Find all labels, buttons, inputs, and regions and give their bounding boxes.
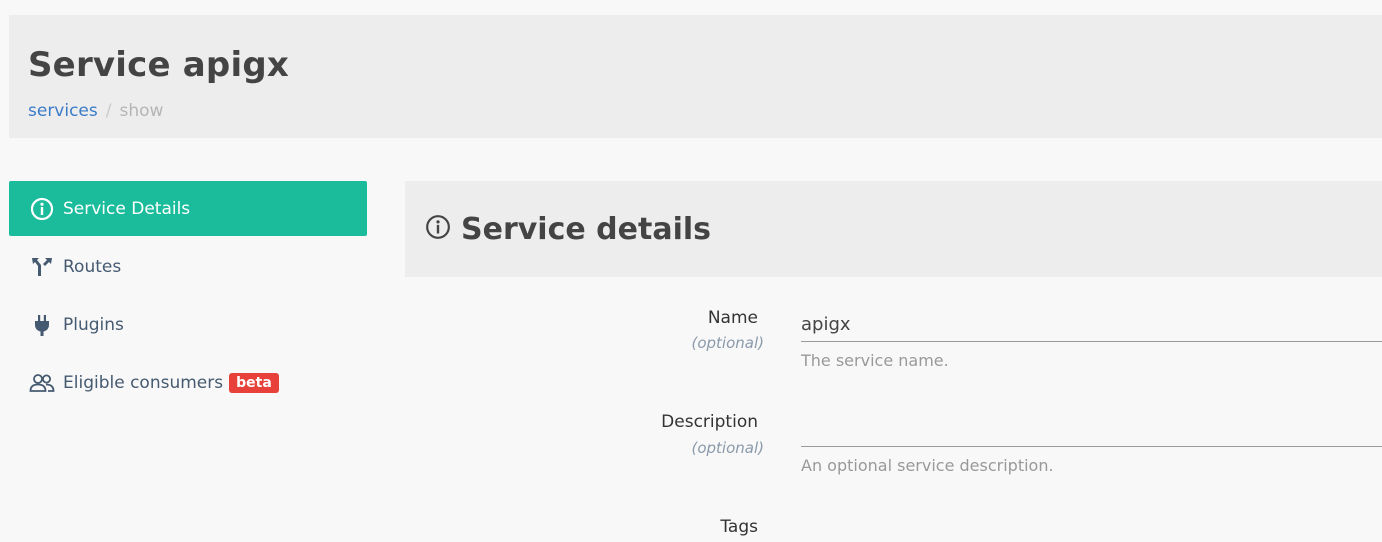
sidebar-item-service-details[interactable]: Service Details: [9, 181, 367, 236]
breadcrumb-services-link[interactable]: services: [28, 101, 98, 121]
description-label: Description: [661, 412, 758, 432]
name-optional-hint: (optional): [691, 334, 765, 352]
users-icon: [29, 370, 55, 396]
panel-title: Service details: [461, 211, 711, 247]
page-title: Service apigx: [28, 45, 289, 85]
panel-header: Service details: [405, 181, 1382, 277]
routes-icon: [29, 254, 55, 280]
name-help-text: The service name.: [801, 351, 949, 370]
sidebar-item-label: Eligible consumers: [63, 372, 224, 393]
info-circle-icon: [425, 214, 451, 244]
sidebar-item-routes[interactable]: Routes: [9, 239, 367, 294]
sidebar-item-eligible-consumers[interactable]: Eligible consumers beta: [9, 355, 367, 410]
breadcrumb-current: show: [119, 101, 164, 121]
breadcrumb: services / show: [28, 101, 163, 121]
sidebar-item-label: Routes: [63, 256, 122, 277]
description-optional-hint: (optional): [691, 439, 765, 457]
plug-icon: [29, 312, 55, 338]
name-label: Name: [707, 308, 758, 328]
sidebar-item-label: Service Details: [63, 198, 191, 219]
beta-badge: beta: [229, 372, 279, 393]
sidebar-item-label: Plugins: [63, 314, 124, 335]
description-help-text: An optional service description.: [801, 456, 1054, 475]
breadcrumb-separator: /: [105, 101, 112, 121]
page-header: Service apigx services / show: [9, 15, 1382, 138]
description-field[interactable]: [801, 412, 1382, 447]
name-field[interactable]: [801, 307, 1382, 342]
sidebar-item-plugins[interactable]: Plugins: [9, 297, 367, 352]
tags-label: Tags: [720, 517, 758, 537]
sidebar: Service Details Routes Plugins Eligible …: [9, 181, 367, 413]
info-circle-icon: [29, 196, 55, 222]
